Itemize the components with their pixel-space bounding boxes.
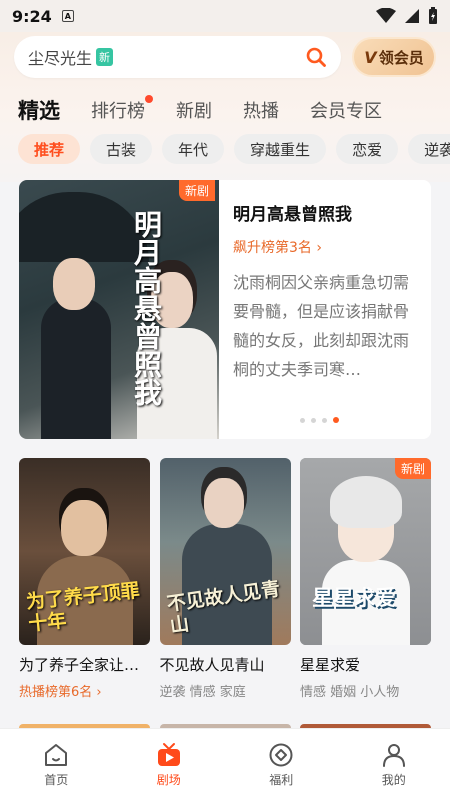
tab-label: 精选 [18, 99, 60, 123]
drama-title[interactable]: 星星求爱 [300, 654, 431, 675]
tab-label: 热播 [243, 101, 279, 122]
carousel-dot-active [333, 417, 339, 423]
featured-poster[interactable]: 明月高悬曾照我 [19, 180, 219, 439]
nav-theater[interactable]: 剧场 [134, 742, 204, 788]
featured-banner[interactable]: 明月高悬曾照我 新剧 明月高悬曾照我 飙升榜第3名 › 沈雨桐因父亲病重急切需要… [19, 180, 431, 439]
new-drama-tag: 新剧 [394, 458, 431, 479]
welfare-icon [269, 743, 293, 766]
drama-title[interactable]: 不见故人见青山 [160, 654, 291, 675]
vip-label: 领会员 [378, 48, 424, 67]
nav-label: 剧场 [156, 772, 181, 787]
signal-icon [405, 9, 419, 23]
chip-recommend[interactable]: 推荐 [18, 134, 81, 164]
battery-icon [429, 7, 437, 24]
drama-poster[interactable]: 不见故人见青山 [159, 458, 291, 645]
drama-poster[interactable]: 星星求爱 新剧 [300, 458, 431, 645]
tab-hot[interactable]: 热播 [243, 97, 279, 123]
tab-featured[interactable]: 精选 [18, 95, 60, 125]
rank-label: 飙升榜第3名 [233, 240, 312, 256]
tab-label: 排行榜 [91, 101, 145, 122]
drama-card[interactable]: 星星求爱 新剧 星星求爱 情感 婚姻 小人物 [300, 458, 431, 700]
status-time: 9:24 [12, 6, 52, 26]
vip-button[interactable]: V 领会员 [352, 37, 436, 77]
drama-grid: 为了养子顶罪十年 为了养子全家让… 热播榜第6名 › 不见故人见青山 不见故人见… [19, 458, 431, 700]
chip-comeback[interactable]: 逆袭 [408, 134, 450, 164]
main-tabs: 精选 排行榜 新剧 热播 会员专区 [18, 94, 413, 126]
home-icon [45, 743, 68, 766]
drama-card[interactable]: 不见故人见青山 不见故人见青山 逆袭 情感 家庭 [159, 458, 291, 700]
chip-romance[interactable]: 恋爱 [336, 134, 399, 164]
carousel-dot [300, 417, 305, 423]
chevron-right-icon: › [96, 685, 102, 700]
notification-icon: A [61, 10, 74, 22]
nav-profile[interactable]: 我的 [359, 742, 429, 788]
poster-title-art: 明月高悬曾照我 [130, 210, 163, 406]
profile-icon [382, 743, 405, 767]
tab-label: 新剧 [176, 101, 212, 122]
nav-welfare[interactable]: 福利 [246, 742, 316, 788]
search-input[interactable]: 尘尽光生 新 [14, 36, 341, 78]
poster-title-art: 星星求爱 [312, 585, 396, 610]
tab-label: 会员专区 [310, 101, 382, 122]
nav-home[interactable]: 首页 [21, 742, 91, 788]
vip-icon: V [364, 47, 377, 67]
tab-new[interactable]: 新剧 [176, 97, 212, 123]
theater-icon [157, 742, 180, 766]
carousel-dot [322, 417, 327, 423]
drama-title[interactable]: 为了养子全家让… [19, 654, 150, 675]
carousel-dot [311, 417, 316, 423]
search-hint: 尘尽光生 [28, 49, 93, 68]
poster-figure [61, 500, 107, 556]
nav-label: 我的 [381, 772, 406, 787]
drama-card[interactable]: 为了养子顶罪十年 为了养子全家让… 热播榜第6名 › [19, 458, 150, 700]
rank-label: 热播榜第6名 [19, 685, 93, 700]
poster-figure [41, 298, 111, 439]
category-chips: 推荐 古装 年代 穿越重生 恋爱 逆袭 [18, 134, 450, 164]
tab-vip-zone[interactable]: 会员专区 [310, 97, 382, 123]
carousel-indicator [300, 417, 339, 423]
nav-label: 福利 [269, 772, 294, 787]
wifi-icon [376, 8, 396, 23]
featured-rank-link[interactable]: 飙升榜第3名 › [233, 237, 322, 257]
search-icon[interactable] [305, 46, 327, 68]
poster-figure [203, 478, 244, 528]
new-drama-tag: 新剧 [179, 180, 216, 201]
nav-label: 首页 [44, 772, 69, 787]
chip-time-travel[interactable]: 穿越重生 [234, 134, 327, 164]
chip-era[interactable]: 年代 [162, 134, 225, 164]
drama-rank-link[interactable]: 热播榜第6名 › [19, 681, 150, 700]
drama-genres: 逆袭 情感 家庭 [159, 685, 246, 700]
bottom-nav: 首页 剧场 福利 我的 [0, 728, 450, 800]
chip-costume[interactable]: 古装 [90, 134, 153, 164]
poster-figure [330, 476, 402, 528]
chevron-right-icon: › [316, 240, 322, 256]
featured-title[interactable]: 明月高悬曾照我 [233, 200, 352, 225]
new-badge: 新 [96, 48, 114, 66]
status-bar: 9:24 A [0, 0, 450, 32]
poster-figure [53, 258, 95, 310]
tab-rankings[interactable]: 排行榜 [91, 95, 153, 123]
notification-dot [145, 95, 153, 103]
drama-genres: 情感 婚姻 小人物 [300, 685, 400, 700]
drama-poster[interactable]: 为了养子顶罪十年 [19, 458, 150, 645]
featured-description: 沈雨桐因父亲病重急切需要骨髓，但是应该捐献骨髓的女反，此刻却跟沈雨桐的丈夫季司寒… [233, 273, 410, 379]
